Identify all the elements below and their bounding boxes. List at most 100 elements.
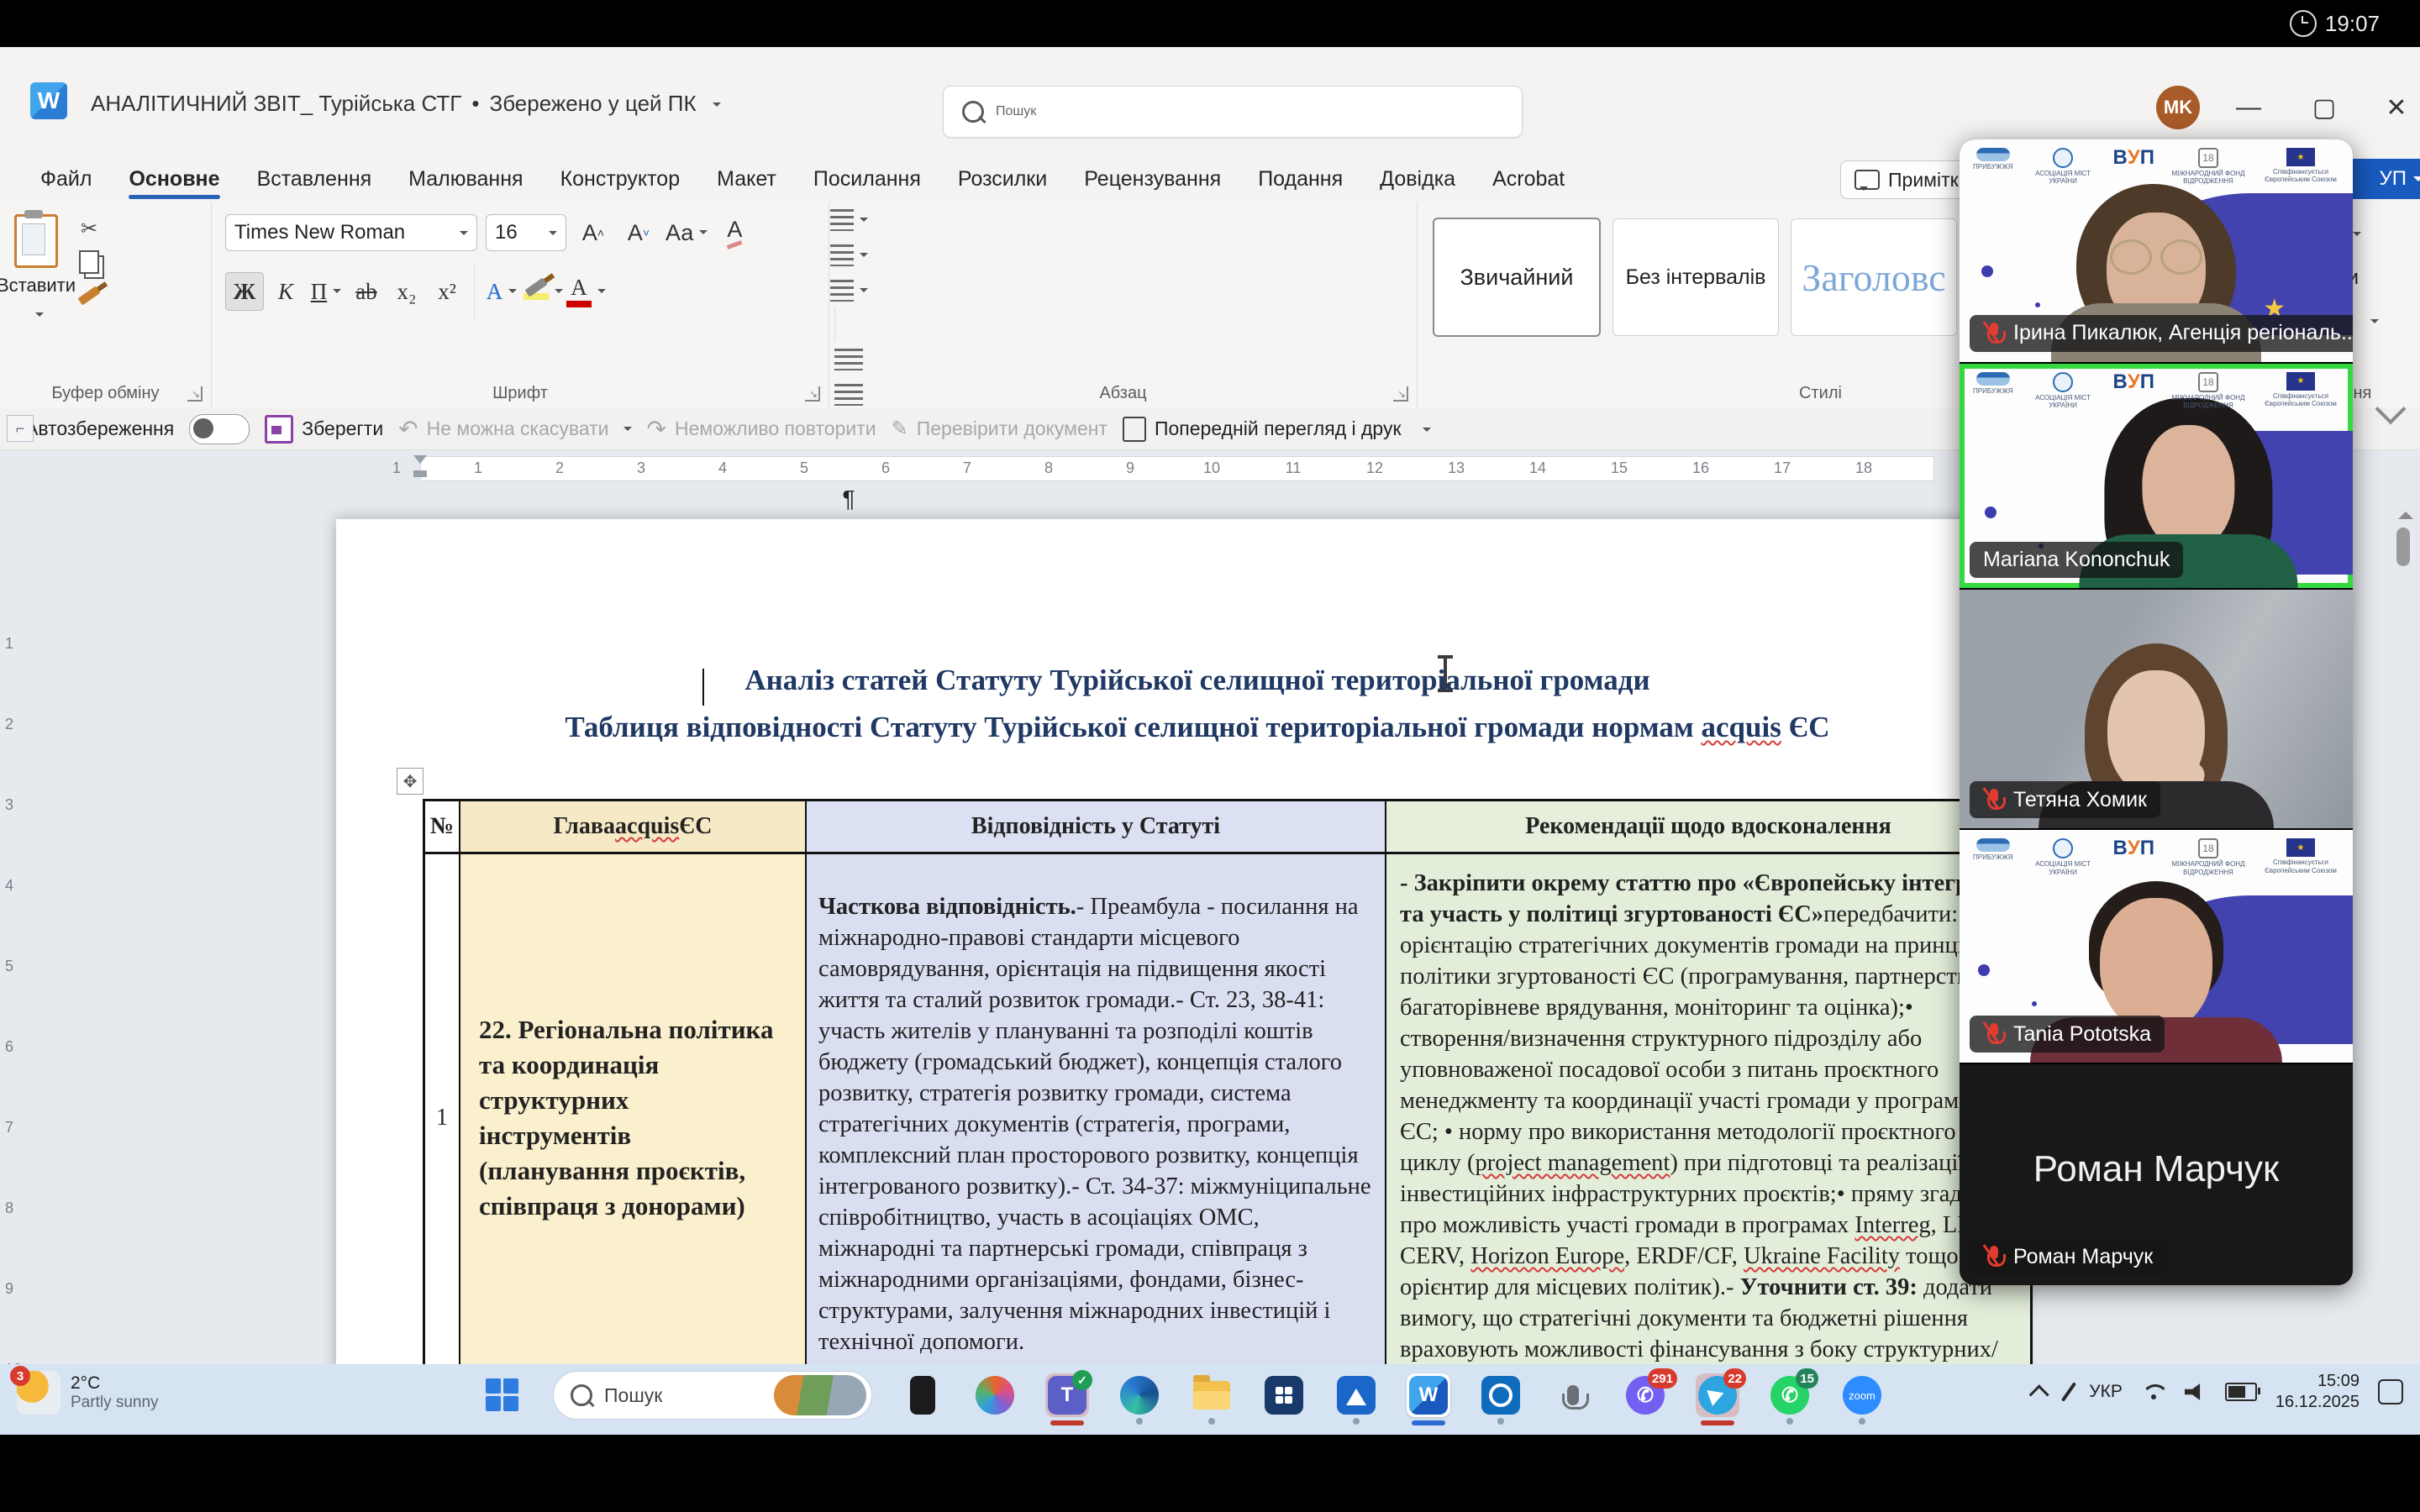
paste-button[interactable]: Вставити — [0, 202, 72, 325]
tab-home[interactable]: Основне — [110, 155, 238, 202]
col-header-recommendations[interactable]: Рекомендації щодо вдосконалення — [1386, 801, 2030, 854]
show-paragraph-marks-button[interactable]: ¶ — [829, 481, 868, 517]
phone-link-icon[interactable] — [901, 1373, 944, 1417]
col-header-number[interactable]: № — [425, 801, 460, 854]
word-taskbar-icon[interactable]: W — [1407, 1373, 1450, 1417]
strikethrough-button[interactable]: ab — [348, 273, 385, 310]
tab-view[interactable]: Подання — [1239, 155, 1361, 202]
tab-file[interactable]: Файл — [22, 155, 110, 202]
undo-button[interactable]: ↶Не можна скасувати — [398, 415, 631, 443]
italic-button[interactable]: К — [267, 273, 304, 310]
document-page[interactable]: Аналіз статей Статуту Турійської селищно… — [336, 519, 2025, 1381]
clear-formatting-button[interactable]: А — [716, 214, 753, 251]
decrease-indent-button[interactable] — [829, 342, 868, 377]
save-button[interactable]: Зберегти — [265, 415, 383, 444]
weather-widget[interactable]: 3 2°C Partly sunny — [17, 1371, 159, 1415]
volume-icon[interactable] — [2185, 1383, 2207, 1401]
video-tile-1[interactable]: ★★ ★★ ★★★ ПРИБУЖЖЯ АСОЦІАЦІЯ МІСТ УКРАЇН… — [1960, 139, 2353, 364]
vertical-ruler[interactable]: 12345678910 — [0, 486, 29, 1381]
row-number-cell[interactable]: 1 — [425, 854, 460, 1382]
tab-draw[interactable]: Малювання — [390, 155, 541, 202]
paragraph-dialog-launcher[interactable] — [1393, 386, 1408, 402]
style-no-spacing[interactable]: Без інтервалів — [1612, 218, 1779, 336]
subscript-button[interactable]: x₂ — [388, 273, 425, 310]
zoom-icon[interactable]: zoom — [1840, 1373, 1884, 1417]
outlook-icon[interactable] — [1479, 1373, 1523, 1417]
video-tile-4[interactable]: ★★ ★★ ★★ ПРИБУЖЖЯ АСОЦІАЦІЯ МІСТ УКРАЇНИ… — [1960, 830, 2353, 1064]
teams-icon[interactable]: T ✓ — [1045, 1373, 1089, 1417]
font-size-combo[interactable]: 16 — [486, 214, 566, 251]
paste-dropdown-icon[interactable] — [29, 303, 44, 325]
col-header-chapter[interactable]: Глава acquis ЄС — [460, 801, 807, 854]
maximize-button[interactable]: ▢ — [2301, 84, 2348, 131]
font-color-button[interactable]: А — [566, 273, 606, 310]
tab-layout[interactable]: Макет — [698, 155, 795, 202]
edge-icon[interactable] — [1118, 1373, 1161, 1417]
tab-mailings[interactable]: Розсилки — [939, 155, 1065, 202]
text-effects-button[interactable]: А — [483, 273, 520, 310]
wifi-icon[interactable] — [2141, 1383, 2166, 1401]
compliance-cell[interactable]: Часткова відповідність.- Преамбула - пос… — [807, 854, 1386, 1382]
tab-insert[interactable]: Вставлення — [239, 155, 391, 202]
copy-button[interactable] — [72, 249, 106, 275]
tab-review[interactable]: Рецензування — [1065, 155, 1239, 202]
doc-heading-1[interactable]: Аналіз статей Статуту Турійської селищно… — [395, 664, 2000, 697]
left-indent-marker[interactable] — [413, 470, 427, 477]
video-tile-3[interactable]: Тетяна Хомик — [1960, 590, 2353, 831]
cut-button[interactable]: ✂ — [72, 216, 106, 241]
file-explorer-icon[interactable] — [1190, 1373, 1234, 1417]
redo-button[interactable]: ↷Неможливо повторити — [647, 415, 876, 443]
font-name-combo[interactable]: Times New Roman — [225, 214, 477, 251]
viber-icon[interactable]: ✆ 291 — [1623, 1373, 1667, 1417]
font-dialog-launcher[interactable] — [805, 386, 820, 402]
change-case-button[interactable]: Аа — [666, 214, 708, 251]
title-dropdown-icon[interactable] — [707, 91, 721, 117]
bold-button[interactable]: Ж — [225, 272, 264, 311]
style-normal[interactable]: Звичайний — [1433, 218, 1601, 337]
video-tile-2[interactable]: ★★ ★★ ★★ ПРИБУЖЖЯ АСОЦІАЦІЯ МІСТ УКРАЇНИ… — [1960, 364, 2353, 590]
pen-input-icon[interactable] — [2061, 1382, 2076, 1402]
battery-icon[interactable] — [2225, 1383, 2257, 1401]
style-heading1[interactable]: Заголовс — [1791, 218, 1957, 336]
save-state-label[interactable]: Збережено у цей ПК — [489, 91, 696, 117]
hidden-icons-chevron[interactable] — [2029, 1384, 2049, 1404]
numbering-button[interactable] — [829, 238, 868, 273]
grow-font-button[interactable]: А˄ — [575, 214, 612, 251]
clipboard-dialog-launcher[interactable] — [187, 386, 203, 402]
notification-center-icon[interactable] — [2378, 1379, 2403, 1404]
onedrive-app-icon[interactable] — [1334, 1373, 1378, 1417]
first-line-indent-marker[interactable] — [413, 455, 427, 470]
scrollbar-thumb[interactable] — [2396, 528, 2410, 566]
chapter-cell[interactable]: 22. Регіональна політика та координація … — [460, 854, 807, 1382]
scrollbar-up-icon[interactable] — [2398, 504, 2413, 519]
search-highlight-image[interactable] — [774, 1375, 866, 1415]
tab-selector-box[interactable]: ⌐ — [7, 415, 34, 442]
col-header-compliance[interactable]: Відповідність у Статуті — [807, 801, 1386, 854]
superscript-button[interactable]: x² — [429, 273, 466, 310]
autosave-toggle[interactable] — [189, 414, 250, 444]
close-button[interactable]: ✕ — [2373, 84, 2420, 131]
language-indicator[interactable]: УКР — [2089, 1382, 2123, 1402]
copilot-icon[interactable] — [973, 1373, 1017, 1417]
store-icon[interactable] — [1262, 1373, 1306, 1417]
account-avatar[interactable]: MK — [2156, 86, 2200, 129]
search-box[interactable]: Пошук — [943, 86, 1523, 138]
voice-access-mic-icon[interactable] — [1551, 1373, 1595, 1417]
minimize-button[interactable]: — — [2225, 84, 2272, 131]
multilevel-list-button[interactable] — [829, 273, 868, 308]
telegram-icon[interactable]: 22 — [1696, 1373, 1739, 1417]
highlight-button[interactable] — [523, 273, 563, 310]
tab-acrobat[interactable]: Acrobat — [1474, 155, 1583, 202]
clock-date[interactable]: 15:09 16.12.2025 — [2275, 1371, 2360, 1413]
tab-design[interactable]: Конструктор — [542, 155, 699, 202]
table-move-handle[interactable]: ✥ — [397, 768, 424, 795]
print-preview-button[interactable]: Попередній перегляд і друк — [1123, 417, 1402, 442]
taskbar-search[interactable]: Пошук — [553, 1371, 872, 1420]
document-title-area[interactable]: АНАЛІТИЧНИЙ ЗВІТ_ Турійська СТГ • Збереж… — [91, 91, 721, 117]
bullets-button[interactable] — [829, 202, 868, 238]
check-document-button[interactable]: ✎Перевірити документ — [892, 417, 1107, 441]
shrink-font-button[interactable]: А˅ — [620, 214, 657, 251]
recommendations-cell[interactable]: - Закріпити окрему статтю про «Європейсь… — [1386, 854, 2030, 1382]
qat-more-icon[interactable] — [1417, 417, 1431, 440]
video-tile-5[interactable]: Роман Марчук Роман Марчук — [1960, 1064, 2353, 1285]
